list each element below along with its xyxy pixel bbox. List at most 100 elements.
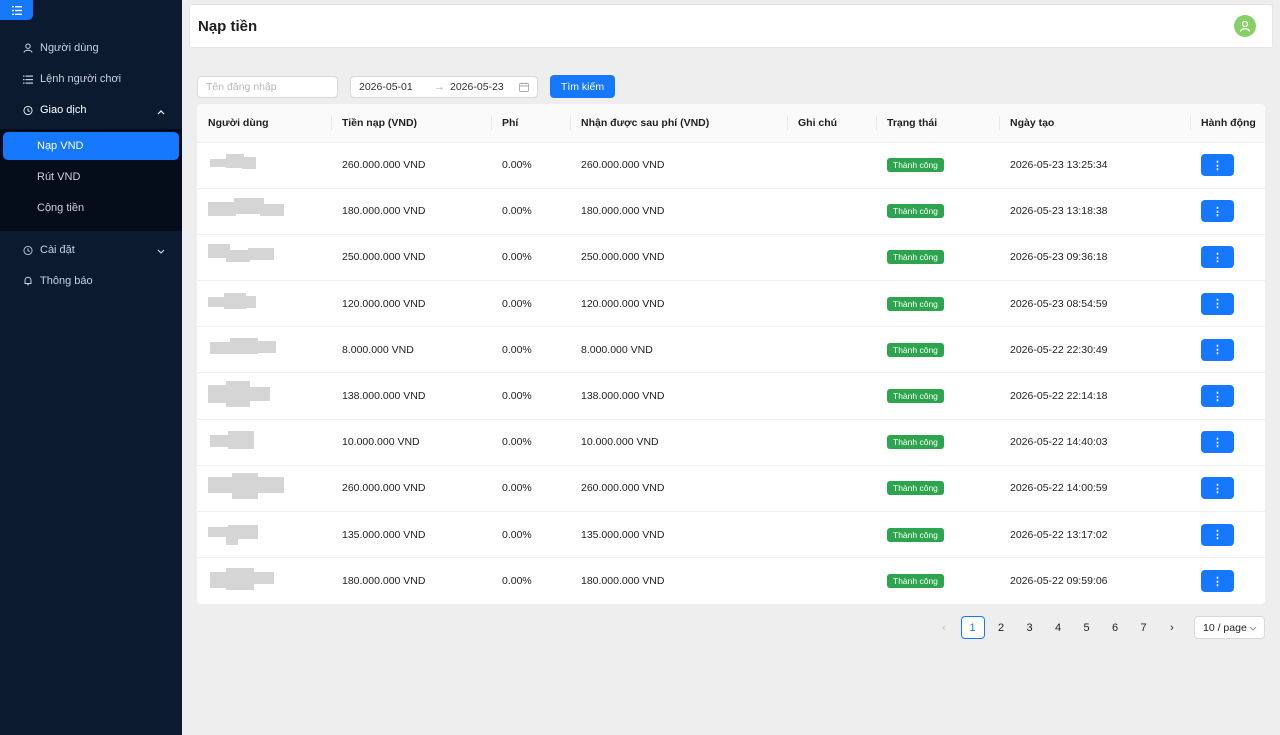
sidebar-item-player-orders[interactable]: Lệnh người chơi <box>3 67 179 91</box>
note-cell <box>787 326 876 374</box>
note-cell <box>787 419 876 466</box>
page-button-3[interactable]: 3 <box>1018 616 1042 639</box>
fee-cell: 0.00% <box>491 372 570 420</box>
more-actions-button[interactable]: ⋮ <box>1201 431 1234 454</box>
search-button[interactable]: Tìm kiếm <box>550 75 615 98</box>
sidebar-item-deposit-vnd[interactable]: Nạp VND <box>3 132 179 160</box>
username-cell <box>197 372 331 420</box>
username-cell <box>197 465 331 513</box>
action-cell: ⋮ <box>1190 465 1265 513</box>
sidebar-item-withdraw-vnd[interactable]: Rút VND <box>3 163 179 191</box>
sidebar-item-add-funds[interactable]: Cộng tiền <box>3 194 179 222</box>
username-cell <box>197 419 331 466</box>
column-header[interactable]: Ngày tạo <box>999 104 1190 143</box>
prev-page-button[interactable]: ‹ <box>932 616 956 639</box>
created-cell: 2026-05-22 14:00:59 <box>999 465 1190 513</box>
list-icon <box>23 74 33 84</box>
table-header-row: Người dùng Tiền nạp (VND) Phí Nhận được … <box>197 104 1265 143</box>
column-header[interactable]: Nhận được sau phí (VND) <box>570 104 787 143</box>
page-button-7[interactable]: 7 <box>1132 616 1156 639</box>
redacted-username <box>208 427 288 455</box>
column-header[interactable]: Hành động <box>1190 104 1265 143</box>
more-actions-button[interactable]: ⋮ <box>1201 570 1234 593</box>
more-actions-button[interactable]: ⋮ <box>1201 338 1234 361</box>
received-cell: 260.000.000 VND <box>570 142 787 189</box>
action-cell: ⋮ <box>1190 188 1265 235</box>
username-cell <box>197 142 331 189</box>
menu-toggle-button[interactable] <box>0 0 33 20</box>
page-button-2[interactable]: 2 <box>989 616 1013 639</box>
calendar-icon[interactable] <box>519 82 529 92</box>
note-cell <box>787 465 876 513</box>
amount-cell: 120.000.000 VND <box>331 280 491 328</box>
page-size-value: 10 / page <box>1203 621 1247 634</box>
fee-cell: 0.00% <box>502 575 532 588</box>
sidebar-item-label: Giao dịch <box>40 104 87 116</box>
status-badge: Thành công <box>887 296 944 311</box>
amount-cell: 8.000.000 VND <box>331 326 491 374</box>
action-cell: ⋮ <box>1190 558 1265 604</box>
sidebar-item-notifications[interactable]: Thông báo <box>3 269 179 293</box>
sidebar-item-settings[interactable]: Cài đặt <box>3 238 179 262</box>
created-cell: 2026-05-22 22:30:49 <box>999 326 1190 374</box>
table-row: 260.000.000 VND 0.00% 260.000.000 VND Th… <box>197 142 1265 189</box>
redacted-username <box>208 380 288 409</box>
status-badge: Thành công <box>887 481 944 496</box>
status-cell: Thành công <box>876 142 999 189</box>
column-header[interactable]: Trạng thái <box>876 104 999 143</box>
page-size-select[interactable]: 10 / page <box>1194 616 1265 639</box>
more-actions-button[interactable]: ⋮ <box>1201 154 1234 177</box>
more-actions-button[interactable]: ⋮ <box>1201 292 1234 315</box>
sidebar-item-transactions[interactable]: Giao dịch <box>3 98 179 122</box>
sidebar-item-label: Rút VND <box>37 171 81 183</box>
column-header[interactable]: Người dùng <box>197 104 331 143</box>
date-to[interactable]: 2026-05-23 <box>450 81 517 93</box>
redacted-username <box>208 472 288 501</box>
page-button-4[interactable]: 4 <box>1046 616 1070 639</box>
username-search-input[interactable] <box>197 76 338 98</box>
table-row: 135.000.000 VND 0.00% 135.000.000 VND Th… <box>197 511 1265 559</box>
status-cell: Thành công <box>876 280 999 328</box>
more-actions-button[interactable]: ⋮ <box>1201 523 1234 546</box>
status-badge: Thành công <box>887 574 944 589</box>
column-header[interactable]: Ghi chú <box>787 104 876 143</box>
note-cell <box>787 511 876 559</box>
more-actions-button[interactable]: ⋮ <box>1201 200 1234 223</box>
sidebar-nav: Người dùng Lệnh người chơi Giao dịch Nạp… <box>0 36 182 300</box>
user-avatar-icon <box>1239 20 1251 32</box>
received-cell: 8.000.000 VND <box>570 326 787 374</box>
redacted-username <box>208 196 288 224</box>
received-cell: 180.000.000 VND <box>581 575 665 588</box>
username-cell <box>197 234 331 282</box>
table-row: 10.000.000 VND 0.00% 10.000.000 VND Thàn… <box>197 419 1265 466</box>
sidebar: Người dùng Lệnh người chơi Giao dịch Nạp… <box>0 0 182 735</box>
transactions-submenu: Nạp VND Rút VND Cộng tiền <box>0 129 182 231</box>
table-row: 250.000.000 VND 0.00% 250.000.000 VND Th… <box>197 234 1265 282</box>
status-cell: Thành công <box>876 465 999 513</box>
status-cell: Thành công <box>876 234 999 282</box>
received-cell: 260.000.000 VND <box>570 465 787 513</box>
action-cell: ⋮ <box>1190 326 1265 374</box>
more-actions-button[interactable]: ⋮ <box>1201 246 1234 269</box>
sidebar-item-users[interactable]: Người dùng <box>3 36 179 60</box>
status-badge: Thành công <box>887 204 944 219</box>
username-cell <box>197 511 331 559</box>
date-range-picker[interactable]: 2026-05-01 → 2026-05-23 <box>350 76 538 98</box>
status-badge: Thành công <box>887 389 944 404</box>
chevron-down-icon <box>1249 623 1257 635</box>
username-cell <box>197 326 331 374</box>
more-actions-button[interactable]: ⋮ <box>1201 385 1234 408</box>
next-page-button[interactable]: › <box>1160 616 1184 639</box>
page-button-5[interactable]: 5 <box>1075 616 1099 639</box>
more-actions-button[interactable]: ⋮ <box>1201 477 1234 500</box>
created-cell: 2026-05-23 08:54:59 <box>999 280 1190 328</box>
page-button-1[interactable]: 1 <box>960 616 985 639</box>
status-cell: Thành công <box>876 419 999 466</box>
column-header[interactable]: Phí <box>491 104 570 143</box>
note-cell <box>787 142 876 189</box>
note-cell <box>787 558 876 604</box>
avatar[interactable] <box>1234 15 1256 37</box>
column-header[interactable]: Tiền nạp (VND) <box>331 104 491 143</box>
date-from[interactable]: 2026-05-01 <box>359 81 429 93</box>
page-button-6[interactable]: 6 <box>1103 616 1127 639</box>
